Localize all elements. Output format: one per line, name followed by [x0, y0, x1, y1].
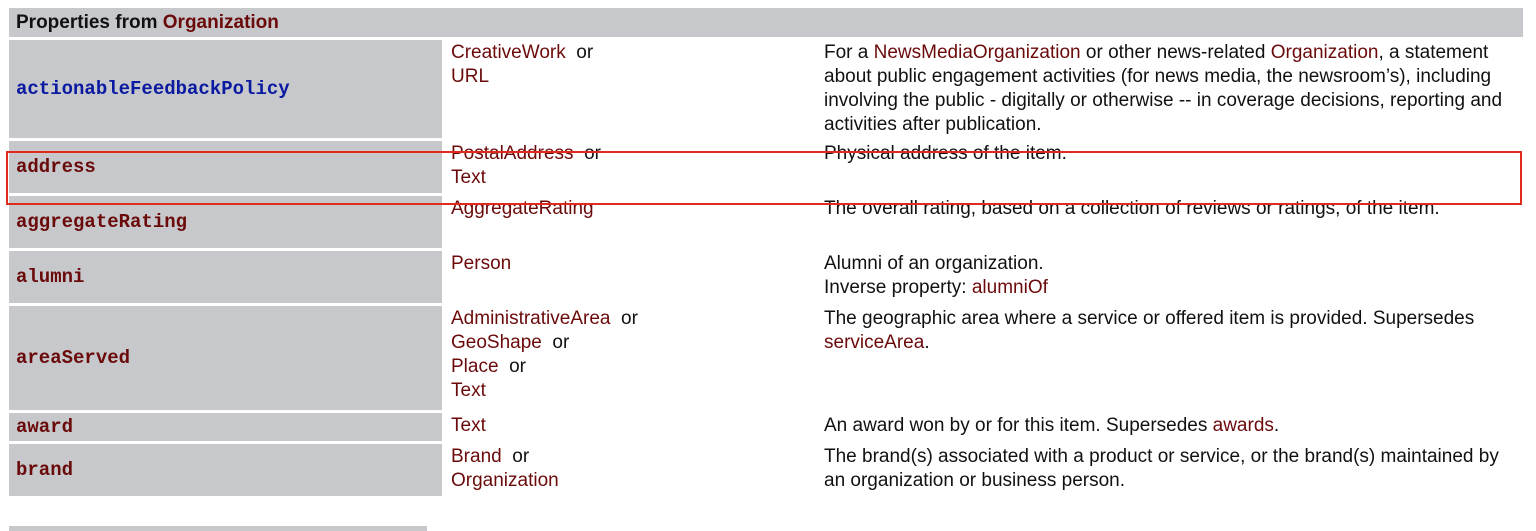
- table-row: aggregateRating AggregateRating The overal…: [9, 196, 1523, 248]
- property-link[interactable]: brand: [16, 459, 73, 481]
- table-row: brand Brand or Organization The brand(s) as…: [9, 444, 1523, 496]
- property-name-cell: aggregateRating: [9, 196, 442, 248]
- property-link[interactable]: alumni: [16, 266, 84, 288]
- or-separator: or: [512, 446, 530, 467]
- property-name-cell: areaServed: [9, 306, 442, 410]
- or-separator: or: [576, 42, 594, 63]
- property-name-cell: brand: [9, 444, 442, 496]
- expected-types-cell: AdministrativeArea or GeoShape or Place or…: [445, 306, 815, 410]
- description-link[interactable]: alumniOf: [972, 277, 1048, 298]
- description-text: The brand(s) associated with a product o…: [824, 446, 1499, 491]
- description-text: For a: [824, 42, 874, 63]
- property-name-cell: award: [9, 413, 442, 441]
- table-row: address PostalAddress or Text Physical addr…: [9, 141, 1523, 193]
- expected-types-cell: CreativeWork or URL: [445, 40, 815, 138]
- description-text: .: [1273, 415, 1280, 436]
- description-text: .: [924, 332, 930, 353]
- expected-types-cell: Brand or Organization: [445, 444, 815, 496]
- description-cell: The brand(s) associated with a product o…: [818, 444, 1523, 496]
- section-header-link[interactable]: Organization: [163, 12, 279, 33]
- properties-rows: actionableFeedbackPolicy CreativeWork or U…: [9, 40, 1523, 496]
- or-separator: or: [552, 332, 570, 353]
- properties-table-container: Properties from Organization actionableF…: [6, 5, 1526, 499]
- property-name-cell: actionableFeedbackPolicy: [9, 40, 442, 138]
- property-link[interactable]: aggregateRating: [16, 211, 187, 233]
- description-text: The geographic area where a service or o…: [824, 308, 1475, 329]
- type-link[interactable]: Text: [451, 380, 486, 401]
- type-link[interactable]: Place: [451, 356, 499, 377]
- description-cell: An award won by or for this item. Supers…: [818, 413, 1523, 441]
- description-text: Inverse property:: [824, 277, 972, 298]
- description-text: Physical address of the item.: [824, 143, 1067, 164]
- description-text: The overall rating, based on a collectio…: [824, 198, 1440, 219]
- description-link[interactable]: NewsMediaOrganization: [874, 42, 1081, 63]
- or-separator: or: [621, 308, 638, 329]
- description-link[interactable]: Organization: [1271, 42, 1379, 63]
- expected-types-cell: PostalAddress or Text: [445, 141, 815, 193]
- type-link[interactable]: Brand: [451, 446, 502, 467]
- description-cell: Physical address of the item.: [818, 141, 1523, 193]
- description-cell: The geographic area where a service or o…: [818, 306, 1523, 410]
- table-row: areaServed AdministrativeArea or GeoShape …: [9, 306, 1523, 410]
- section-header: Properties from Organization: [9, 8, 1523, 37]
- description-link[interactable]: awards: [1213, 415, 1274, 436]
- property-link[interactable]: award: [16, 416, 73, 438]
- table-row: actionableFeedbackPolicy CreativeWork or U…: [9, 40, 1523, 138]
- partial-next-row: [9, 526, 427, 531]
- type-link[interactable]: URL: [451, 66, 489, 87]
- type-link[interactable]: Text: [451, 167, 486, 188]
- type-link[interactable]: AdministrativeArea: [451, 308, 610, 329]
- or-separator: or: [584, 143, 601, 164]
- description-cell: Alumni of an organization. Inverse proper…: [818, 251, 1523, 303]
- expected-types-cell: Person: [445, 251, 815, 303]
- property-link[interactable]: address: [16, 156, 96, 178]
- table-row: alumni Person Alumni of an organization. In…: [9, 251, 1523, 303]
- or-separator: or: [509, 356, 526, 377]
- property-name-cell: address: [9, 141, 442, 193]
- expected-types-cell: AggregateRating: [445, 196, 815, 248]
- description-link[interactable]: serviceArea: [824, 332, 924, 353]
- type-link[interactable]: Organization: [451, 470, 559, 491]
- type-link[interactable]: Person: [451, 253, 511, 274]
- type-link[interactable]: Text: [451, 415, 486, 436]
- property-link[interactable]: areaServed: [16, 347, 130, 369]
- description-cell: The overall rating, based on a collectio…: [818, 196, 1523, 248]
- section-header-prefix: Properties from: [16, 11, 163, 33]
- type-link[interactable]: GeoShape: [451, 332, 542, 353]
- property-link[interactable]: actionableFeedbackPolicy: [16, 78, 290, 100]
- description-text: or other news-related: [1080, 42, 1271, 63]
- properties-table: Properties from Organization actionableF…: [6, 5, 1526, 499]
- property-name-cell: alumni: [9, 251, 442, 303]
- type-link[interactable]: CreativeWork: [451, 42, 566, 63]
- description-text: An award won by or for this item. Supers…: [824, 415, 1213, 436]
- type-link[interactable]: AggregateRating: [451, 198, 594, 219]
- type-link[interactable]: PostalAddress: [451, 143, 574, 164]
- description-text: Alumni of an organization.: [824, 253, 1044, 274]
- table-row: award Text An award won by or for this ite…: [9, 413, 1523, 441]
- description-cell: For a NewsMediaOrganization or other new…: [818, 40, 1523, 138]
- expected-types-cell: Text: [445, 413, 815, 441]
